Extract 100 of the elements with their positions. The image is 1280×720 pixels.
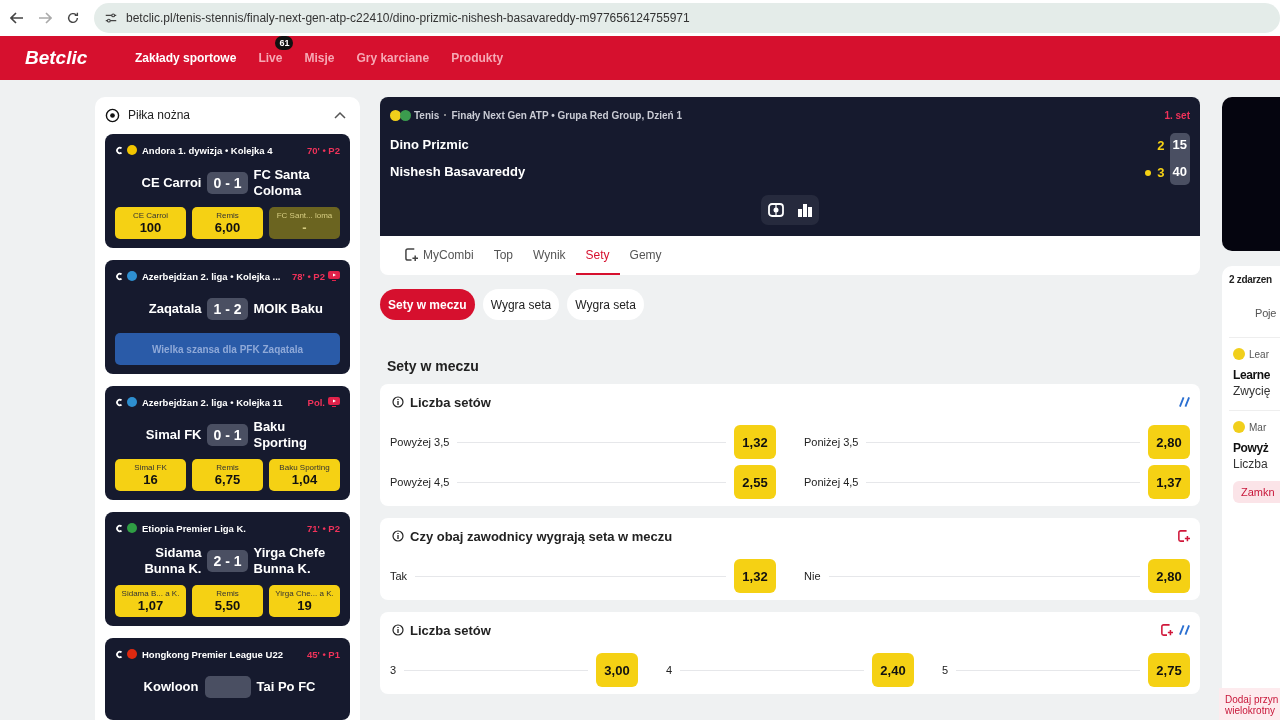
entry-league: Mar: [1249, 421, 1267, 433]
filter-chip[interactable]: Wygra seta: [482, 289, 560, 320]
score: 1 - 2: [207, 298, 248, 320]
team-name: Simal FK: [144, 427, 202, 443]
address-bar[interactable]: betclic.pl/tenis-stennis/finaly-next-gen-atp-c22410/dino-prizmic-nishesh-basavareddy-m977656124755971: [94, 3, 1280, 33]
odds-button[interactable]: 1,32: [734, 425, 776, 459]
add-icon: [405, 248, 418, 261]
tab[interactable]: Top: [483, 236, 524, 275]
game-points: 40: [1172, 164, 1187, 181]
info-icon[interactable]: [392, 396, 404, 408]
info-icon[interactable]: [392, 530, 404, 542]
serve-dot-icon: [1145, 169, 1152, 176]
set-score: 3: [1157, 165, 1165, 180]
odds-button[interactable]: 2,80: [1148, 559, 1190, 593]
tab[interactable]: MyCombi: [395, 236, 484, 275]
tab[interactable]: Wynik: [523, 236, 576, 275]
tracker-icon[interactable]: [767, 203, 784, 217]
score: 0 - 1: [207, 424, 248, 446]
score: [204, 676, 251, 698]
reload-icon[interactable]: [66, 11, 80, 25]
entry-title: Powyż: [1233, 441, 1270, 455]
selection-label: 5: [942, 664, 949, 676]
nav-link[interactable]: Zakłady sportowe: [135, 51, 237, 65]
add-icon[interactable]: [1161, 624, 1173, 636]
match-time: 70' • P2: [306, 144, 340, 156]
tab[interactable]: Gemy: [619, 236, 672, 275]
add-icon[interactable]: [1178, 530, 1190, 542]
team-name: Sidama Bunna K.: [143, 545, 202, 577]
league-name: Etiopia Premier Liga K.: [142, 522, 247, 534]
market-title: Czy obaj zawodnicy wygrają seta w meczu: [410, 528, 674, 544]
count-badge: 61: [275, 36, 294, 50]
match-time: 45' • P1: [306, 648, 340, 660]
market-title: Liczba setów: [410, 622, 492, 638]
league-name: Azerbejdżan 2. liga • Kolejka ...: [142, 270, 282, 282]
odds-button[interactable]: CE Carroi 100: [115, 207, 186, 239]
slashes-icon[interactable]: [1179, 396, 1190, 408]
tab[interactable]: Sety: [575, 236, 620, 275]
selection-label: Poniżej 4,5: [804, 476, 859, 488]
odds-button[interactable]: 2,40: [872, 653, 914, 687]
period-label: 1. set: [1164, 109, 1190, 121]
odds-button[interactable]: Baku Sporting 1,04: [269, 459, 340, 491]
odds-button[interactable]: 1,37: [1148, 465, 1190, 499]
team-name: Yirga Chefe Bunna K.: [253, 545, 327, 577]
game-points: 15: [1172, 137, 1187, 154]
team-name: Kowloon: [142, 679, 199, 695]
info-icon[interactable]: [392, 624, 404, 636]
selection-label: Nie: [804, 570, 821, 582]
back-icon[interactable]: [10, 12, 24, 24]
filter-chip[interactable]: Wygra seta: [567, 289, 644, 320]
team-name: Baku Sporting: [253, 419, 308, 451]
odds-button[interactable]: Simal FK 16: [115, 459, 186, 491]
selection-label: Tak: [390, 570, 408, 582]
match-time: 71' • P2: [306, 522, 340, 534]
chevron-icon[interactable]: [334, 111, 346, 119]
entry-league: Lear: [1249, 348, 1269, 360]
url-text: betclic.pl/tenis-stennis/finaly-next-gen-atp-c22410/dino-prizmic-nishesh-basavareddy-m977656124755971: [126, 11, 690, 25]
odds-button[interactable]: 2,55: [734, 465, 776, 499]
score: 0 - 1: [207, 172, 248, 194]
entry-title: Learne: [1233, 368, 1271, 382]
logo[interactable]: Betclic: [25, 47, 135, 69]
odds-button[interactable]: 2,75: [1148, 653, 1190, 687]
market-title: Liczba setów: [410, 394, 492, 410]
competition-name: Finały Next Gen ATP • Grupa Red Group, Dzień 1: [451, 109, 682, 121]
close-bet-button[interactable]: Zamkn: [1233, 481, 1280, 503]
stats-icon[interactable]: [796, 203, 813, 217]
notice-text: wielokrotny: [1225, 705, 1276, 716]
entry-market: Liczba: [1233, 457, 1269, 471]
odds-button[interactable]: 3,00: [596, 653, 638, 687]
team-name: MOIK Baku: [253, 301, 324, 317]
odds-button[interactable]: Remis 5,50: [192, 585, 263, 617]
set-score: 2: [1157, 138, 1165, 153]
selection-label: Poniżej 3,5: [804, 436, 859, 448]
notice-text: Dodaj przyn: [1225, 694, 1279, 705]
player-name: Dino Prizmic: [390, 137, 470, 154]
odds-button[interactable]: Yirga Che... a K. 19: [269, 585, 340, 617]
sport-name: Tenis: [414, 109, 440, 121]
selection-label: Powyżej 4,5: [390, 476, 450, 488]
betslip-tab[interactable]: Poje: [1255, 307, 1280, 319]
tennis-ball-icon: [1233, 421, 1245, 433]
slashes-icon[interactable]: [1179, 624, 1190, 636]
team-name: CE Carroi: [140, 175, 202, 191]
match-time: Pol.: [307, 396, 325, 408]
match-time: 78' • P2: [291, 270, 325, 282]
odds-button[interactable]: Sidama B... a K. 1,07: [115, 585, 186, 617]
odds-button[interactable]: Remis 6,00: [192, 207, 263, 239]
team-name: Tai Po FC: [256, 679, 317, 695]
player-name: Nishesh Basavareddy: [390, 164, 527, 181]
site-settings-icon[interactable]: [104, 11, 118, 25]
match-card[interactable]: Azerbejdżan 2. liga • Kolejka ... 78' • P2 Zaqatala 1 - 2 MOIK Baku Wielka szansa dla PFK Zaqatala: [105, 260, 350, 374]
filter-chip[interactable]: Sety w meczu: [380, 289, 475, 320]
odds-button[interactable]: 2,80: [1148, 425, 1190, 459]
match-card[interactable]: Hongkong Premier League U22 45' • P1 Kowloon Tai Po FC: [105, 638, 350, 720]
odds-button[interactable]: 1,32: [734, 559, 776, 593]
team-name: Zaqatala: [147, 301, 202, 317]
tennis-ball-icon: [390, 109, 401, 121]
tennis-ball-icon: [1233, 348, 1245, 360]
sport-title: Piłka nożna: [128, 108, 192, 122]
entry-market: Zwycię: [1233, 384, 1272, 398]
score: 2 - 1: [207, 550, 248, 572]
odds-button[interactable]: Remis 6,75: [192, 459, 263, 491]
